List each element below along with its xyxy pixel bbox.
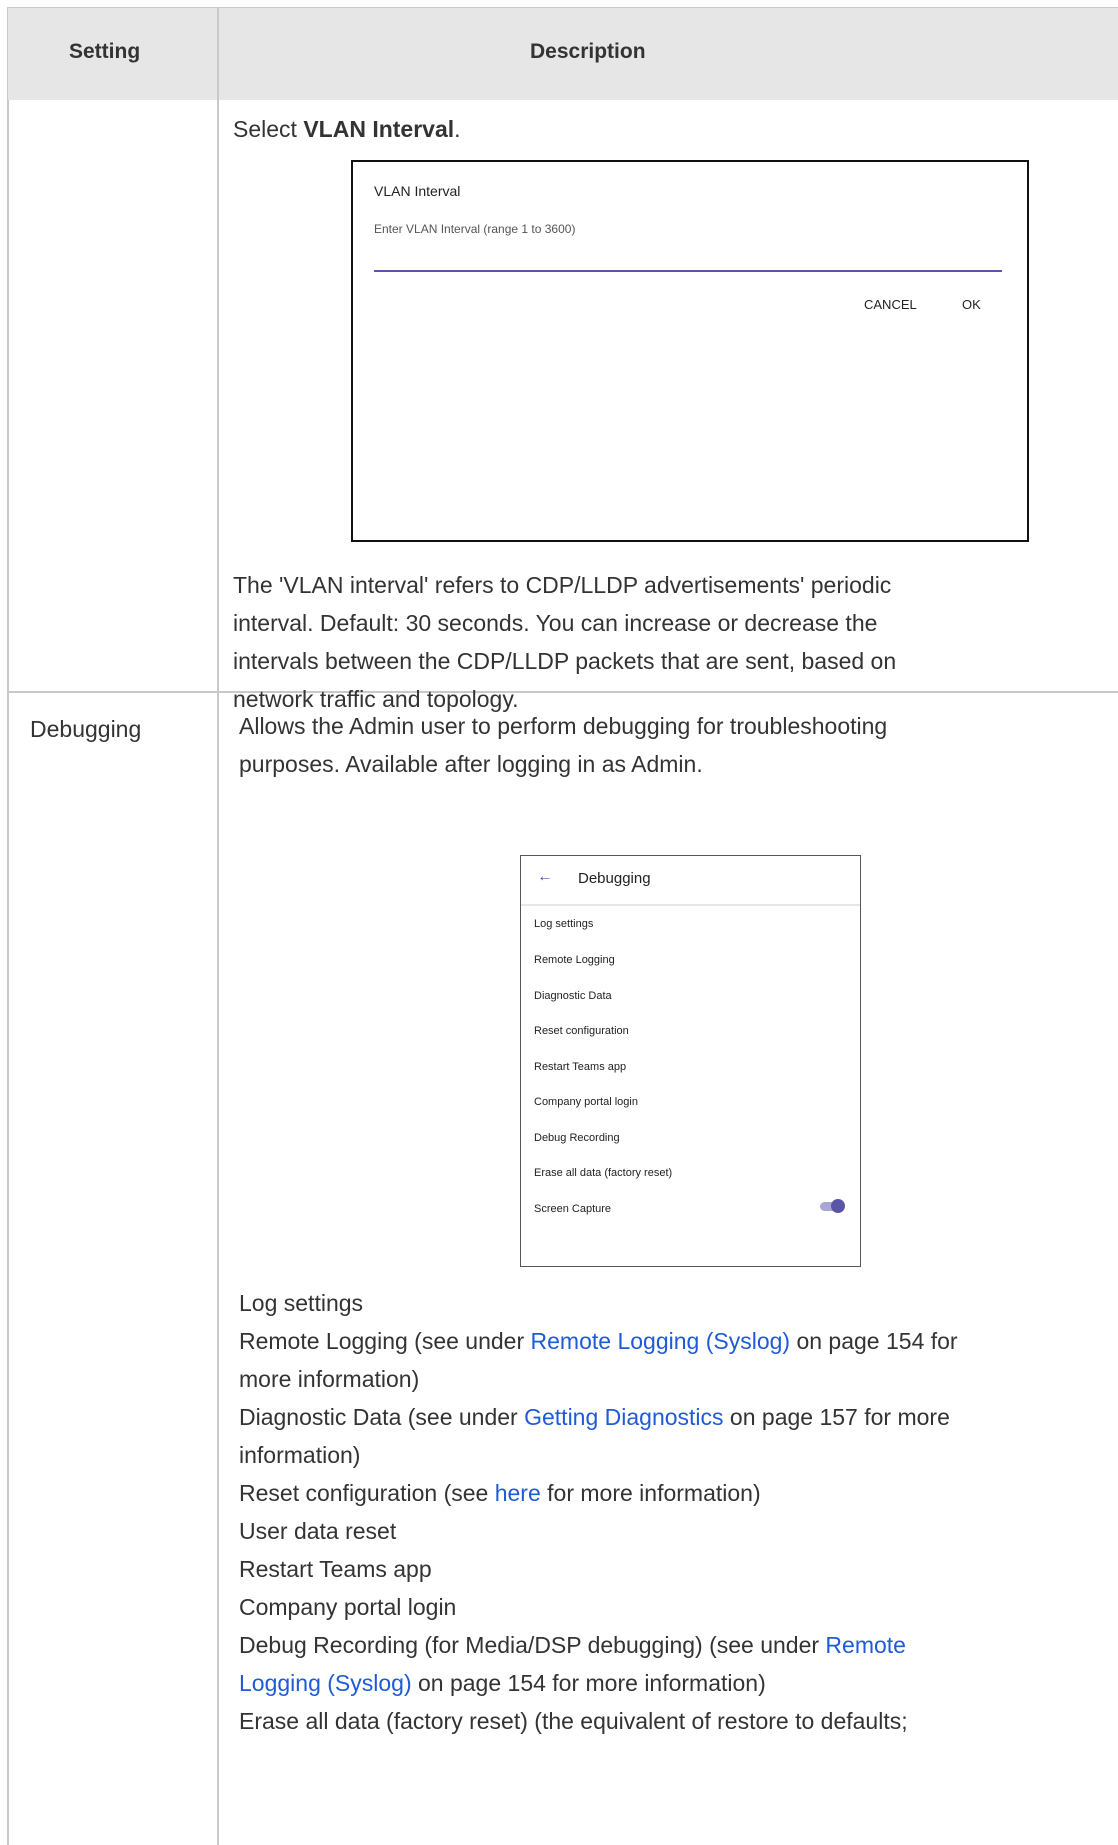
table-header: Setting Description <box>8 8 1118 100</box>
list-item-restart-teams-app: Restart Teams app <box>239 1556 432 1582</box>
menu-item-erase-all-data[interactable]: Erase all data (factory reset) <box>534 1167 672 1179</box>
list-item-erase-all-data: Erase all data (factory reset) (the equi… <box>239 1708 908 1734</box>
debugging-options-list: Log settings Remote Logging (see under R… <box>239 1284 958 1740</box>
ok-button[interactable]: OK <box>962 297 981 312</box>
vlan-description: The 'VLAN interval' refers to CDP/LLDP a… <box>233 572 897 712</box>
setting-debugging: Debugging <box>30 716 142 742</box>
dialog-subtitle: Enter VLAN Interval (range 1 to 3600) <box>374 222 576 236</box>
vlan-interval-bold: VLAN Interval <box>303 116 455 142</box>
settings-table: Setting Description Select VLAN Interval… <box>0 0 1118 1845</box>
menu-item-reset-configuration[interactable]: Reset configuration <box>534 1025 629 1037</box>
list-item-debug-recording: Debug Recording (for Media/DSP debugging… <box>239 1632 906 1658</box>
column-divider <box>217 8 219 1845</box>
vlan-interval-dialog: VLAN Interval Enter VLAN Interval (range… <box>351 160 1029 542</box>
menu-item-log-settings[interactable]: Log settings <box>534 918 593 930</box>
link-remote-logging-2-cont[interactable]: Logging (Syslog) <box>239 1670 412 1696</box>
dialog-title: VLAN Interval <box>374 183 461 199</box>
menu-item-company-portal-login[interactable]: Company portal login <box>534 1096 638 1108</box>
link-getting-diagnostics[interactable]: Getting Diagnostics <box>524 1404 723 1430</box>
debugging-app-bar: ← Debugging <box>521 856 860 906</box>
list-item-reset-configuration: Reset configuration (see here for more i… <box>239 1480 761 1506</box>
menu-item-diagnostic-data[interactable]: Diagnostic Data <box>534 990 612 1002</box>
cancel-button[interactable]: CANCEL <box>864 297 917 312</box>
vlan-interval-input[interactable] <box>374 270 1002 272</box>
list-item-diagnostic-data: Diagnostic Data (see under Getting Diagn… <box>239 1404 950 1430</box>
link-remote-logging-2[interactable]: Remote <box>825 1632 906 1658</box>
list-item-company-portal-login: Company portal login <box>239 1594 457 1620</box>
table-left-border <box>7 8 9 1845</box>
debugging-intro: Allows the Admin user to perform debuggi… <box>239 713 888 777</box>
screen-capture-toggle-knob <box>831 1199 845 1213</box>
link-here[interactable]: here <box>495 1480 541 1506</box>
link-remote-logging[interactable]: Remote Logging (Syslog) <box>531 1328 791 1354</box>
list-item-log-settings: Log settings <box>239 1290 364 1316</box>
menu-item-debug-recording[interactable]: Debug Recording <box>534 1132 620 1144</box>
menu-item-restart-teams-app[interactable]: Restart Teams app <box>534 1061 626 1073</box>
header-divider <box>217 8 219 100</box>
list-item-user-data-reset: User data reset <box>239 1518 397 1544</box>
vlan-instruction: Select VLAN Interval. <box>233 116 461 142</box>
debugging-title: Debugging <box>578 870 651 887</box>
debugging-screen: ← Debugging Log settings Remote Logging … <box>520 855 861 1267</box>
arrow-left-icon[interactable]: ← <box>537 868 553 886</box>
list-item-remote-logging: Remote Logging (see under Remote Logging… <box>239 1328 958 1354</box>
header-setting: Setting <box>69 40 141 63</box>
menu-item-screen-capture[interactable]: Screen Capture <box>534 1203 611 1215</box>
header-description: Description <box>530 40 646 63</box>
menu-item-remote-logging[interactable]: Remote Logging <box>534 954 615 966</box>
